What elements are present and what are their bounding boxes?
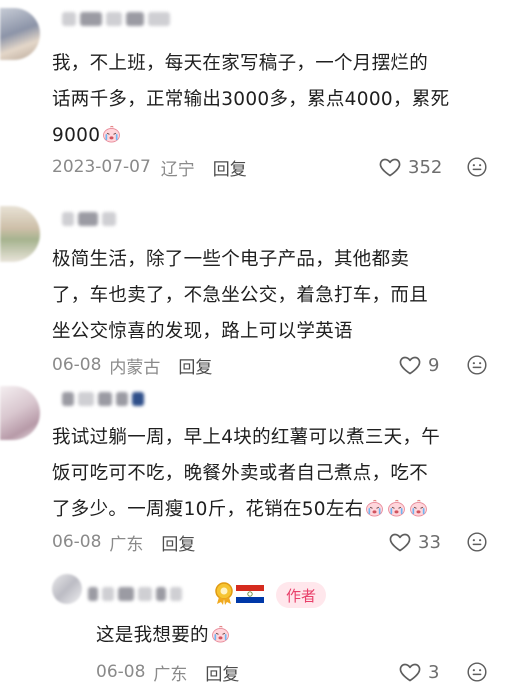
like-count: 33: [418, 531, 441, 553]
comment-text-line: 饭可吃可不吃，晚餐外卖或者自己煮点，吃不: [52, 463, 429, 484]
comment-text-line: 极简生活，除了一些个电子产品，其他都卖: [52, 249, 410, 270]
comment-meta: 06-08 内蒙古 回复: [52, 350, 212, 380]
emoji-face-outline-icon[interactable]: [466, 661, 488, 683]
reply-text-line: 这是我想要的: [96, 625, 209, 646]
comment-text-line: 话两千多，正常输出3000多，累点4000，累死: [52, 89, 450, 110]
emoji-face-outline-icon[interactable]: [466, 354, 488, 376]
comment-text-line: 坐公交惊喜的发现，路上可以学英语: [52, 321, 353, 342]
comment-location: 广东: [109, 534, 144, 555]
reply-text: 这是我想要的: [96, 618, 396, 654]
username-blurred[interactable]: [88, 583, 182, 605]
like-button[interactable]: 33: [388, 527, 441, 557]
comment-location: 内蒙古: [109, 357, 161, 378]
like-count: 9: [428, 354, 440, 376]
username-blurred[interactable]: [62, 8, 170, 30]
avatar[interactable]: [0, 386, 40, 440]
comment-date: 06-08: [52, 355, 102, 375]
avatar[interactable]: [52, 574, 82, 604]
crying-face-emoji: [364, 498, 385, 518]
reply-button[interactable]: 回复: [178, 353, 212, 378]
heart-outline-icon: [398, 660, 422, 684]
author-tag: 作者: [276, 582, 327, 608]
crying-face-emoji: [210, 624, 231, 644]
comment-text-line: 我试过躺一周，早上4块的红薯可以煮三天，午: [52, 427, 441, 448]
comment-text-line: 了，车也卖了，不急坐公交，着急打车，而且: [52, 285, 429, 306]
comment-date: 2023-07-07: [52, 157, 151, 177]
comment-date: 06-08: [96, 662, 146, 682]
reply-button[interactable]: 回复: [213, 155, 247, 180]
emoji-face-outline-icon[interactable]: [466, 156, 488, 178]
like-count: 3: [428, 661, 440, 683]
username-blurred[interactable]: [62, 208, 116, 230]
comment-text-line: 9000: [52, 125, 101, 146]
reply-meta: 06-08 广东 回复: [96, 657, 239, 687]
comment-text: 我试过躺一周，早上4块的红薯可以煮三天，午 饭可吃可不吃，晚餐外卖或者自己煮点，…: [52, 420, 508, 528]
comment-meta: 2023-07-07 辽宁 回复: [52, 152, 247, 182]
comment-text: 我，不上班，每天在家写稿子，一个月摆烂的 话两千多，正常输出3000多，累点40…: [52, 46, 504, 154]
crying-face-emoji: [408, 498, 429, 518]
username-blurred[interactable]: [62, 388, 144, 410]
crying-face-emoji: [101, 124, 122, 144]
like-count: 352: [408, 156, 443, 178]
comment-text-line: 我，不上班，每天在家写稿子，一个月摆烂的: [52, 53, 429, 74]
like-button[interactable]: 9: [398, 350, 439, 380]
heart-outline-icon: [398, 353, 422, 377]
reply-button[interactable]: 回复: [205, 660, 239, 685]
reply-button[interactable]: 回复: [161, 530, 195, 555]
paraguay-flag-icon: [236, 585, 264, 603]
comment-text-line: 了多少。一周瘦10斤，花销在50左右: [52, 499, 364, 520]
like-button[interactable]: 3: [398, 657, 439, 687]
comment-text: 极简生活，除了一些个电子产品，其他都卖 了，车也卖了，不急坐公交，着急打车，而且…: [52, 242, 504, 350]
comment-date: 06-08: [52, 532, 102, 552]
like-button[interactable]: 352: [378, 152, 442, 182]
crying-face-emoji: [386, 498, 407, 518]
heart-outline-icon: [388, 530, 412, 554]
avatar[interactable]: [0, 206, 40, 262]
gold-medal-badge-icon: [215, 582, 233, 605]
emoji-face-outline-icon[interactable]: [466, 531, 488, 553]
avatar[interactable]: [0, 8, 40, 60]
heart-outline-icon: [378, 155, 402, 179]
comment-location: 辽宁: [160, 159, 195, 180]
comment-location: 广东: [153, 664, 188, 685]
comment-meta: 06-08 广东 回复: [52, 527, 195, 557]
